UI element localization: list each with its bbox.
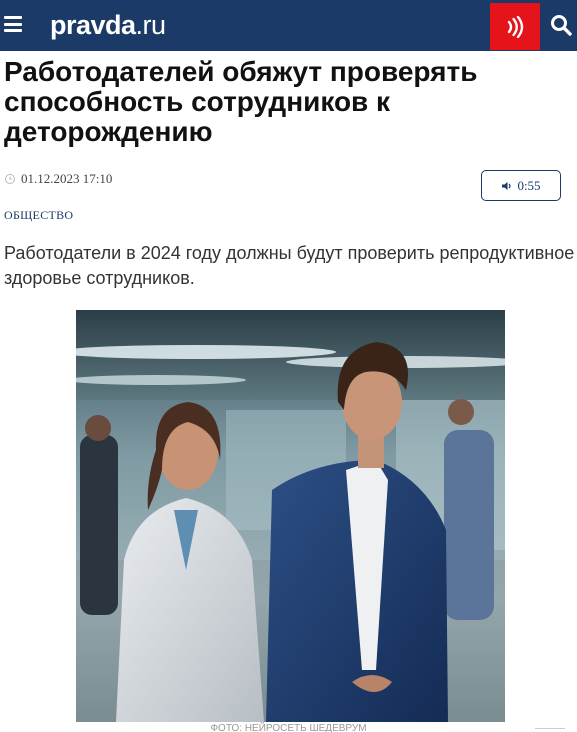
top-navbar: pravda.ru [0, 0, 577, 51]
clock-icon [5, 174, 15, 184]
search-button[interactable] [544, 8, 577, 42]
article-datetime: 01.12.2023 17:10 [21, 171, 113, 186]
audio-duration: 0:55 [517, 177, 541, 193]
scroll-indicator [535, 728, 565, 732]
listen-audio-button[interactable]: 0:55 [481, 170, 561, 201]
logo-main-text: pravda [50, 10, 136, 40]
radio-waves-icon [507, 15, 524, 38]
search-icon [550, 15, 572, 36]
photo-caption: ФОТО: НЕЙРОСЕТЬ ШЕДЕВРУМ [210, 723, 367, 732]
site-logo[interactable]: pravda.ru [50, 9, 166, 41]
article-meta: 01.12.2023 17:10 [4, 171, 112, 187]
article-lead: Работодатели в 2024 году должны будут пр… [4, 243, 575, 288]
article-photo [76, 310, 505, 722]
logo-tld-text: .ru [135, 10, 167, 40]
hamburger-icon[interactable] [4, 16, 22, 32]
rubric-link[interactable]: ОБЩЕСТВО [4, 208, 73, 223]
radio-button[interactable] [490, 3, 540, 50]
article-headline: Работодателей обяжут проверять способнос… [4, 56, 478, 147]
speaker-icon [502, 181, 512, 190]
